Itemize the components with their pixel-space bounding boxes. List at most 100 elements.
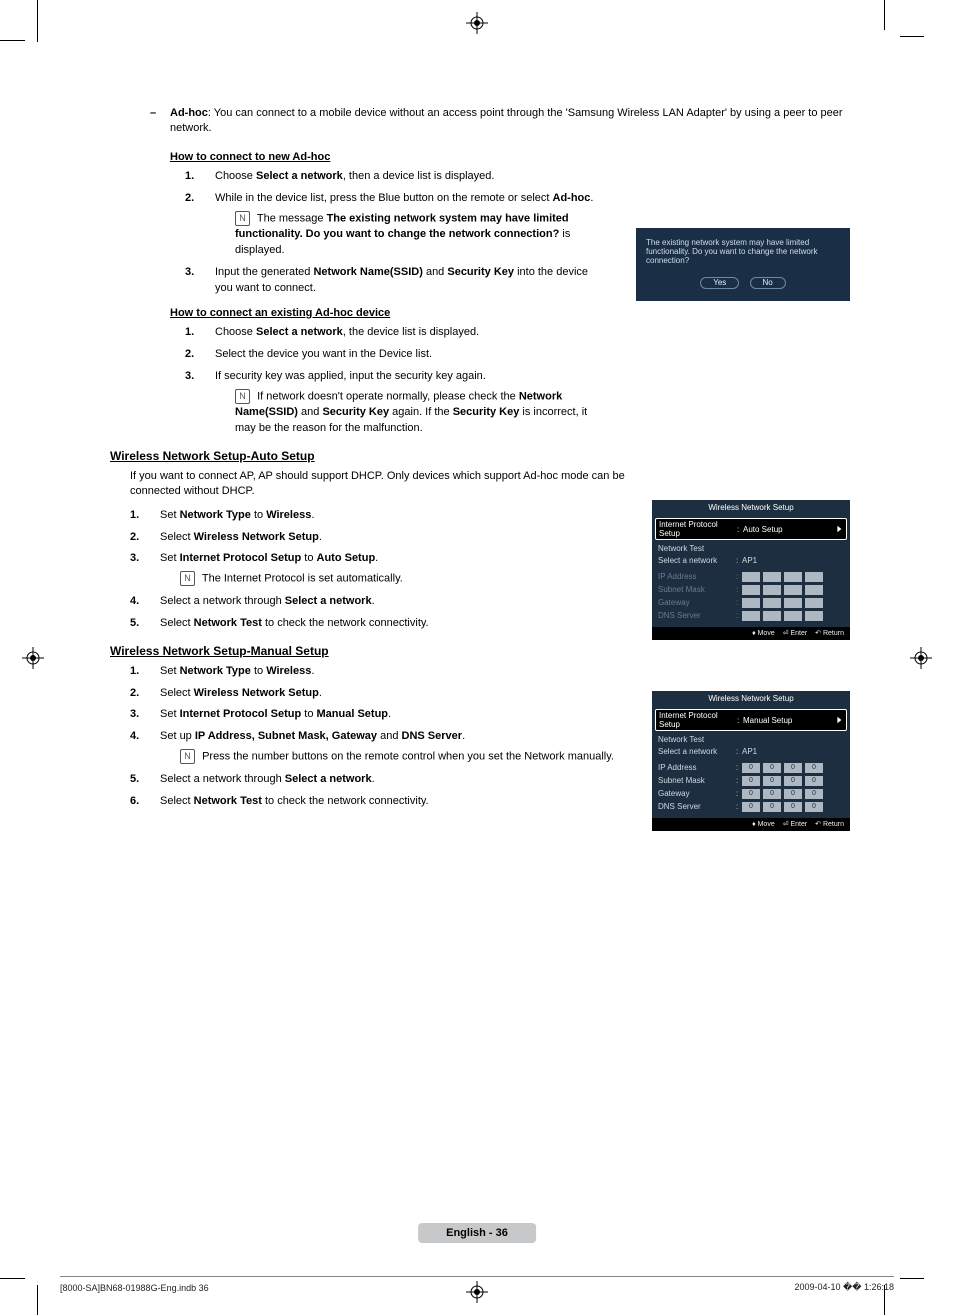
step-text: If security key was applied, input the s… (215, 370, 486, 382)
step-text: Select the device you want in the Device… (215, 348, 432, 360)
step-text: to (301, 708, 316, 720)
row-network-test[interactable]: Network Test (658, 733, 844, 745)
row-label: Network Test (658, 544, 736, 553)
intro-paragraph: – Ad-hoc: You can connect to a mobile de… (110, 106, 850, 137)
ip-octet[interactable]: 0 (763, 776, 781, 786)
row-subnet-mask: Subnet Mask: (658, 583, 844, 596)
row-label: Select a network (658, 556, 736, 565)
ip-octet[interactable]: 0 (742, 763, 760, 773)
ip-octet[interactable]: 0 (742, 776, 760, 786)
step-text: Set (160, 552, 180, 564)
step: 1. Choose Select a network, the device l… (185, 325, 605, 341)
step-text: . (590, 192, 593, 204)
registration-mark-icon (910, 647, 932, 669)
dialog-message: The existing network system may have lim… (646, 238, 840, 265)
section-title-new-adhoc: How to connect to new Ad-hoc (170, 151, 850, 163)
step-term: Wireless Network Setup (194, 531, 319, 543)
ip-octet[interactable]: 0 (784, 776, 802, 786)
dialog-yes-button[interactable]: Yes (700, 277, 739, 289)
step-term: Manual Setup (317, 708, 389, 720)
step-term: IP Address, Subnet Mask, Gateway (195, 730, 377, 742)
confirm-dialog: The existing network system may have lim… (636, 228, 850, 301)
step-text: Select (160, 687, 194, 699)
row-select-network[interactable]: Select a network:AP1 (658, 554, 844, 566)
step-text: . (311, 509, 314, 521)
panel-title: Wireless Network Setup (652, 500, 850, 516)
row-gateway[interactable]: Gateway:0000 (658, 787, 844, 800)
ip-octet[interactable]: 0 (805, 763, 823, 773)
step-term: DNS Server (402, 730, 463, 742)
panel-footer: ♦ Move ⏎ Enter ↶ Return (652, 818, 850, 831)
enter-hint: ⏎ Enter (783, 821, 808, 828)
row-internet-protocol-setup[interactable]: Internet Protocol Setup: Manual Setup (655, 709, 847, 731)
row-ip-address[interactable]: IP Address:0000 (658, 761, 844, 774)
note-icon: N (180, 571, 195, 586)
step-text: Choose (215, 326, 256, 338)
step-text: . (372, 773, 375, 785)
step-text: Set (160, 708, 180, 720)
step-text: and (377, 730, 401, 742)
step-term: Wireless Network Setup (194, 687, 319, 699)
note-term: Security Key (453, 406, 520, 418)
step-text: Select (160, 795, 194, 807)
row-label: DNS Server (658, 802, 736, 811)
move-hint: ♦ Move (752, 630, 775, 637)
registration-mark-icon (22, 647, 44, 669)
ip-octet[interactable]: 0 (784, 802, 802, 812)
row-value: AP1 (742, 556, 844, 565)
wireless-setup-auto-panel: Wireless Network Setup Internet Protocol… (652, 500, 850, 640)
crop-mark (884, 0, 885, 30)
registration-mark-icon (466, 1281, 488, 1303)
row-dns-server[interactable]: DNS Server:0000 (658, 800, 844, 813)
ip-octet[interactable]: 0 (784, 763, 802, 773)
crop-mark (37, 1285, 38, 1315)
enter-hint: ⏎ Enter (783, 630, 808, 637)
ip-octet[interactable]: 0 (763, 763, 781, 773)
crop-mark (900, 1278, 924, 1279)
intro-term: Ad-hoc (170, 107, 208, 119)
ip-octet[interactable]: 0 (763, 802, 781, 812)
row-label: Subnet Mask (658, 585, 736, 594)
row-select-network[interactable]: Select a network:AP1 (658, 745, 844, 757)
panel-footer: ♦ Move ⏎ Enter ↶ Return (652, 627, 850, 640)
ip-octet[interactable]: 0 (742, 789, 760, 799)
step-term: Internet Protocol Setup (180, 552, 302, 564)
step-text: While in the device list, press the Blue… (215, 192, 553, 204)
step-term: Security Key (447, 266, 514, 278)
step: 1. Set Network Type to Wireless. (130, 664, 850, 680)
step-text: , the device list is displayed. (343, 326, 479, 338)
step: 2. While in the device list, press the B… (185, 191, 605, 259)
row-subnet-mask[interactable]: Subnet Mask:0000 (658, 774, 844, 787)
row-label: Subnet Mask (658, 776, 736, 785)
step-term: Wireless (266, 665, 311, 677)
step-text: Select (160, 617, 194, 629)
ip-octet[interactable]: 0 (763, 789, 781, 799)
step-text: Set up (160, 730, 195, 742)
ip-octet[interactable]: 0 (742, 802, 760, 812)
crop-mark (0, 1278, 25, 1279)
step-term: Ad-hoc (553, 192, 591, 204)
note-icon: N (180, 749, 195, 764)
step-text: to check the network connectivity. (262, 617, 429, 629)
note-text: again. If the (389, 406, 453, 418)
ip-octet[interactable]: 0 (805, 789, 823, 799)
row-label: Select a network (658, 747, 736, 756)
step: 1. Choose Select a network, then a devic… (185, 169, 605, 185)
ip-octet[interactable]: 0 (805, 802, 823, 812)
row-internet-protocol-setup[interactable]: Internet Protocol Setup: Auto Setup (655, 518, 847, 540)
row-network-test[interactable]: Network Test (658, 542, 844, 554)
note-text: The message (257, 212, 327, 224)
step: 2. Select the device you want in the Dev… (185, 347, 605, 363)
step-text: . (462, 730, 465, 742)
row-label: DNS Server (658, 611, 736, 620)
ip-octet[interactable]: 0 (784, 789, 802, 799)
step-text: Select (160, 531, 194, 543)
row-label: Gateway (658, 789, 736, 798)
dialog-no-button[interactable]: No (750, 277, 786, 289)
step-term: Network Test (194, 617, 262, 629)
step-term: Network Test (194, 795, 262, 807)
ip-octet[interactable]: 0 (805, 776, 823, 786)
step-text: to (251, 665, 266, 677)
heading-manual-setup: Wireless Network Setup-Manual Setup (110, 644, 850, 658)
arrow-right-icon (835, 525, 843, 533)
